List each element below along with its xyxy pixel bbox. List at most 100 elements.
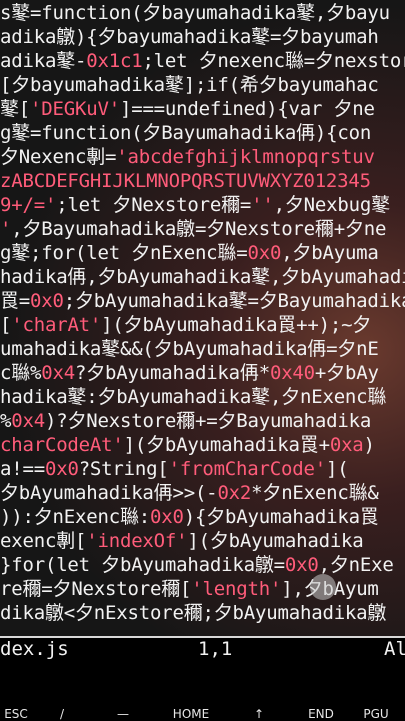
number-token: 0x0 — [247, 242, 282, 264]
code-line: exenc剸['indexOf'](夕bAyumahadika — [0, 529, 364, 553]
code-token: +夕bAy — [314, 362, 379, 384]
number-token: 0x0 — [30, 290, 64, 312]
string-token: charCodeAt' — [0, 434, 124, 456]
code-token: umahadika鼕&&(夕bAyumahadika侢=夕nE — [0, 338, 379, 360]
string-token: 'fromCharCode' — [168, 458, 327, 480]
number-token: 0x4 — [11, 410, 45, 432]
extra-keys-bar: ESC / — HOME ↑ END PGU — [0, 700, 405, 721]
code-token: ](夕bAyumahadika — [187, 530, 364, 552]
code-line: ',夕Bayumahadika鷻=夕Nexstore穪+夕ne — [0, 217, 386, 241]
code-token: }for(let 夕bAyumahadika鷻= — [0, 554, 285, 576]
code-token: 鼕[ — [0, 98, 31, 120]
string-token: ' — [0, 218, 12, 240]
code-line: hadika鼕:夕bAyumahadika鼕,夕nExenc䏈 — [0, 385, 386, 409]
home-key[interactable]: HOME — [161, 707, 221, 721]
code-token: ,夕bAyuma — [281, 242, 379, 264]
code-token: hadika侢,夕bAyumahadika鼕,夕bAyumahadi — [0, 266, 405, 288]
status-mode: Al — [384, 638, 405, 660]
code-token: ](夕bAyumahadika䍚+ — [123, 434, 330, 456]
code-token: hadika鼕:夕bAyumahadika鼕,夕nExenc䏈 — [0, 386, 387, 408]
code-token: ;let 夕Nexstore穪= — [56, 194, 252, 216]
page-up-key[interactable]: PGU — [346, 707, 405, 721]
code-line: %0x4)?夕Nexstore穪+=夕Bayumahadika — [0, 409, 371, 433]
code-token: dika鷻<夕nExstore穪;夕bAyumahadika鷻 — [0, 602, 387, 624]
end-key[interactable]: END — [291, 707, 351, 721]
code-token: ?String[ — [78, 458, 169, 480]
code-line: s鼕=function(夕bayumahadika鼕,夕bayu — [0, 1, 390, 25]
number-token: 0x4 — [41, 362, 75, 384]
code-token: ,夕Nexbug鼕 — [273, 194, 390, 216]
code-token: [ — [0, 314, 12, 336]
code-token: exenc剸[ — [0, 530, 87, 552]
code-line: 夕bAyumahadika侢>>(-0x2*夕nExenc䏈& — [0, 481, 379, 505]
code-token: )?夕Nexstore穪+=夕Bayumahadika — [44, 410, 372, 432]
code-token: 夕Nexenc剸= — [0, 146, 117, 168]
code-line: ['charAt'](夕bAyumahadika䍚++);~夕 — [0, 313, 371, 337]
code-token: s鼕=function(夕bayumahadika鼕,夕bayu — [0, 2, 390, 24]
number-token: 0x0 — [150, 506, 184, 528]
code-line: hadika侢,夕bAyumahadika鼕,夕bAyumahadi — [0, 265, 405, 289]
code-line: a!==0x0?String['fromCharCode']( — [0, 457, 349, 481]
string-token: 'abcdefghijklmnopqrstuv — [116, 146, 375, 168]
code-token: ;夕bAyumahadika鼕=夕Bayumahadika — [63, 290, 405, 312]
string-token: 'charAt' — [11, 314, 102, 336]
code-line: adika鷻){夕bayumahadika鼕=夕bayumah — [0, 25, 379, 49]
code-token: ]( — [325, 458, 349, 480]
number-token: 0x0 — [44, 458, 79, 480]
code-token: c䏈% — [0, 362, 42, 384]
status-bar: dex.js 1,1 Al — [0, 636, 405, 660]
string-token: 'length' — [191, 578, 282, 600]
code-editor[interactable]: s鼕=function(夕bayumahadika鼕,夕bayu adika鷻){… — [0, 0, 405, 636]
number-token: 0x1c1 — [86, 50, 143, 72]
code-line: [夕bayumahadika鼕];if(希夕bayumahac — [0, 73, 379, 97]
code-line: c䏈%0x4?夕bAyumahadika侢*0x40+夕bAy — [0, 361, 379, 385]
code-line: )):夕nExenc䏈:0x0){夕bAyumahadika䍚 — [0, 505, 379, 529]
code-token: ?夕bAyumahadika侢* — [75, 362, 270, 384]
code-line: umahadika鼕&&(夕bAyumahadika侢=夕nE — [0, 337, 379, 361]
code-token: ) — [363, 434, 375, 456]
code-token: 䍚= — [0, 290, 31, 312]
code-line: adika鼕-0x1c1;let 夕nexenc䏈=夕nexstor — [0, 49, 405, 73]
code-line: 夕Nexenc剸='abcdefghijklmnopqrstuv — [0, 145, 375, 169]
status-filename: dex.js — [0, 638, 69, 660]
code-line: charCodeAt'](夕bAyumahadika䍚+0xa) — [0, 433, 375, 457]
touch-cursor — [310, 574, 336, 600]
code-token: adika鷻){夕bayumahadika鼕=夕bayumah — [0, 26, 379, 48]
code-token: ;let 夕nexenc䏈=夕nexstor — [142, 50, 405, 72]
code-token: *夕nExenc䏈& — [251, 482, 379, 504]
code-line: dika鷻<夕nExstore穪;夕bAyumahadika鷻 — [0, 601, 386, 625]
code-token: g鼕;for(let 夕nExenc䏈= — [0, 242, 248, 264]
code-token: g鼕=function(夕Bayumahadika侢){con — [0, 122, 372, 144]
code-token: ){夕bAyumahadika䍚 — [183, 506, 379, 528]
code-token: ,夕Bayumahadika鷻=夕Nexstore穪+夕ne — [11, 218, 387, 240]
number-token: 0xa — [329, 434, 364, 456]
code-token: % — [0, 410, 12, 432]
code-line: }for(let 夕bAyumahadika鷻=0x0,夕nExe — [0, 553, 394, 577]
number-token: 0x40 — [269, 362, 315, 384]
number-token: 0x0 — [284, 554, 319, 576]
code-line: 9+/=';let 夕Nexstore穪='',夕Nexbug鼕 — [0, 193, 390, 217]
code-line: 䍚=0x0;夕bAyumahadika鼕=夕Bayumahadika — [0, 289, 405, 313]
slash-key[interactable]: / — [32, 707, 92, 721]
number-token: 0x2 — [217, 482, 252, 504]
code-token: [夕bayumahadika鼕];if(希夕bayumahac — [0, 74, 379, 96]
up-arrow-key[interactable]: ↑ — [229, 707, 289, 721]
code-token: a!== — [0, 458, 45, 480]
string-token: zABCDEFGHIJKLMNOPQRSTUVWXYZ012345 — [0, 170, 371, 192]
string-token: 9+/=' — [0, 194, 57, 216]
string-token: 'indexOf' — [86, 530, 188, 552]
code-token: )):夕nExenc䏈: — [0, 506, 150, 528]
code-token: ](夕bAyumahadika䍚++);~夕 — [101, 314, 372, 336]
status-cursor-position: 1,1 — [198, 638, 233, 660]
code-token: adika鼕- — [0, 50, 87, 72]
code-token: re穪=夕Nexstore穪[ — [0, 578, 192, 600]
code-line: g鼕;for(let 夕nExenc䏈=0x0,夕bAyuma — [0, 241, 379, 265]
dash-key[interactable]: — — [93, 707, 153, 721]
code-token: 夕bAyumahadika侢>>(- — [0, 482, 218, 504]
code-line: zABCDEFGHIJKLMNOPQRSTUVWXYZ012345 — [0, 169, 371, 193]
string-token: 'DEGKuV' — [30, 98, 120, 120]
code-token: ,夕nExe — [318, 554, 394, 576]
code-line: 鼕['DEGKuV']===undefined){var 夕ne — [0, 97, 375, 121]
code-line: g鼕=function(夕Bayumahadika侢){con — [0, 121, 371, 145]
string-token: '' — [251, 194, 274, 216]
